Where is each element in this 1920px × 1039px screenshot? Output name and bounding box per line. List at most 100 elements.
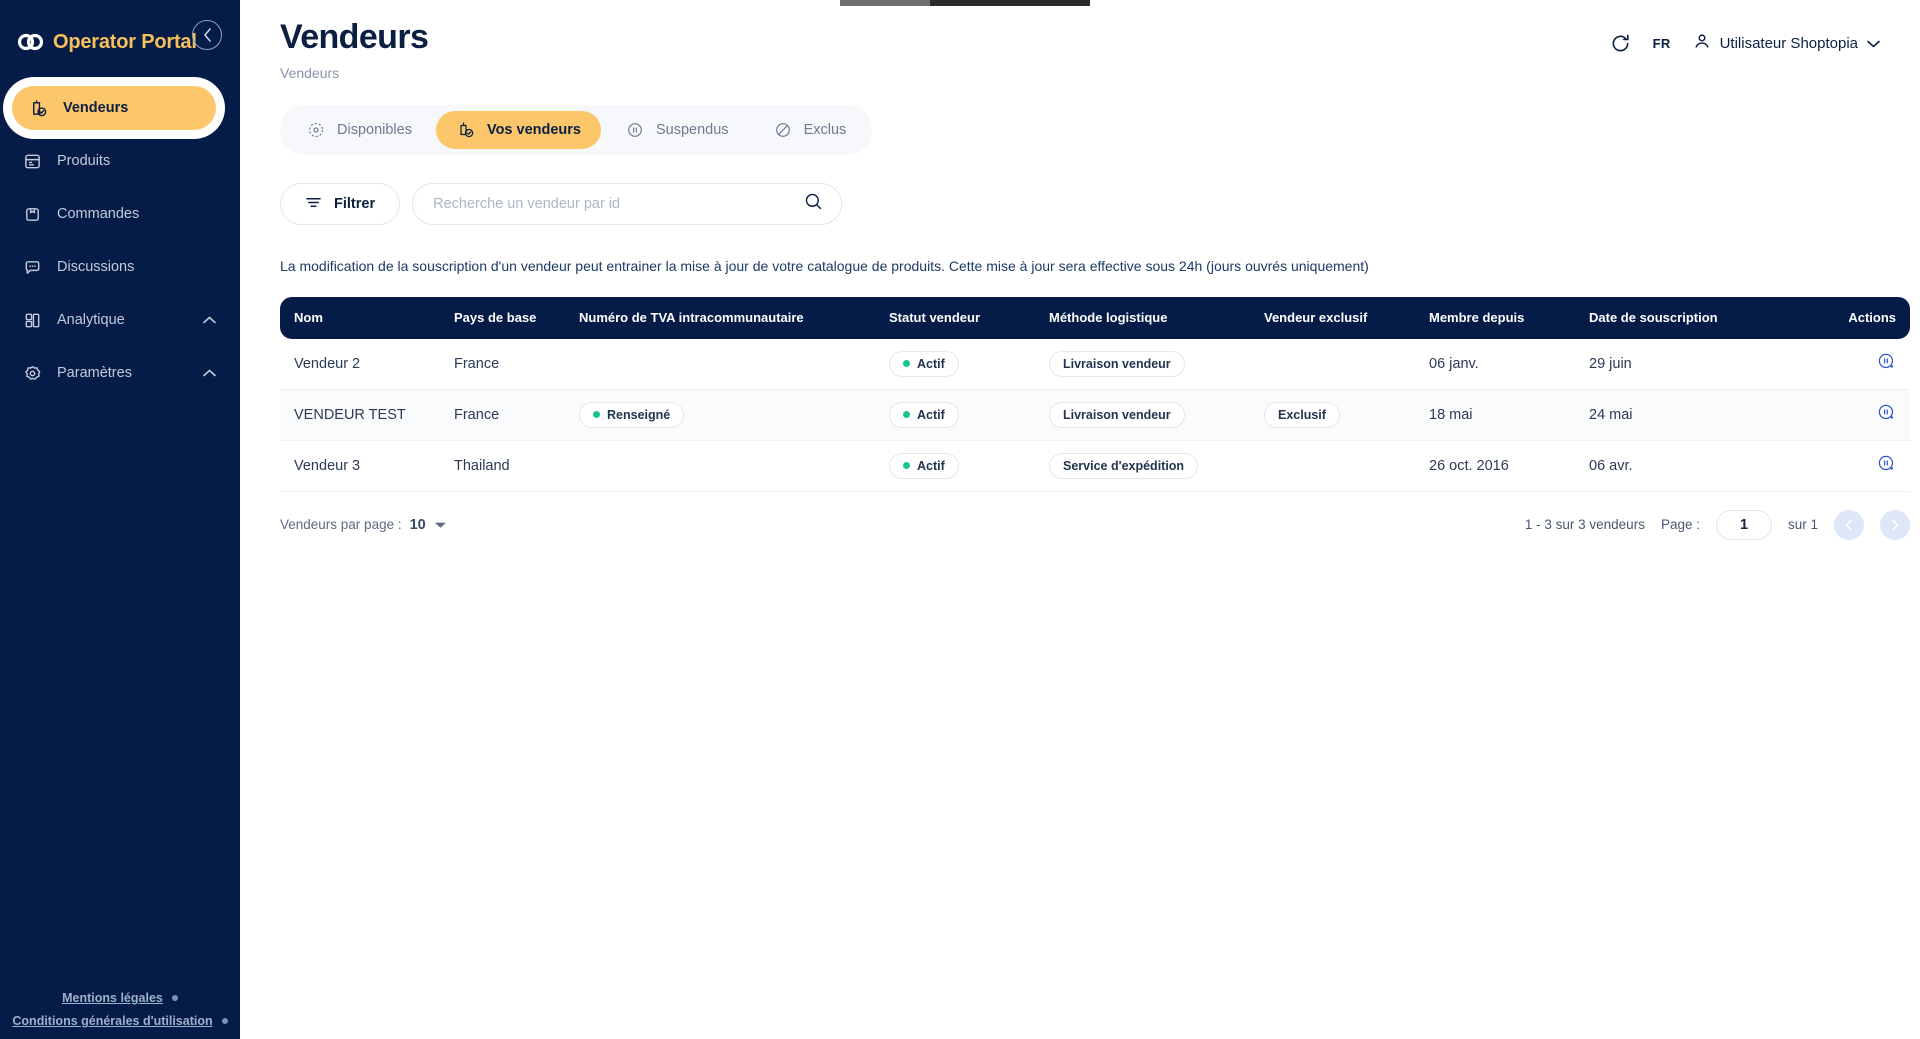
column-header-pays: Pays de base — [454, 310, 537, 326]
tab-label: Exclus — [803, 122, 847, 138]
sidebar-item-label: Paramètres — [57, 365, 132, 381]
filter-button[interactable]: Filtrer — [280, 183, 401, 225]
pagination-page-label: Page : — [1660, 517, 1700, 533]
analytics-icon — [22, 310, 42, 330]
search-icon[interactable] — [804, 192, 823, 216]
column-header-statut: Statut vendeur — [889, 310, 981, 326]
page-header-left: Vendeurs Vendeurs — [280, 18, 429, 81]
table-row[interactable]: Vendeur 3 Thailand Actif Service d'expéd… — [280, 441, 1910, 492]
per-page-value: 10 — [409, 516, 426, 533]
main-content: Vendeurs Vendeurs FR Utilisateur Shoptop… — [240, 0, 1920, 1039]
search-input[interactable] — [413, 184, 842, 224]
sidebar-item-parametres[interactable]: Paramètres — [0, 351, 240, 395]
pagination-prev-button[interactable] — [1834, 509, 1864, 540]
tab-exclus[interactable]: Exclus — [753, 111, 867, 149]
footer-link-row: Conditions générales d'utilisation — [0, 1014, 240, 1028]
pagination-total-pages: sur 1 — [1787, 517, 1818, 533]
pagination-next-button[interactable] — [1880, 509, 1910, 540]
user-icon — [1693, 32, 1711, 55]
search-box — [412, 183, 843, 225]
cell-nom: Vendeur 3 — [294, 457, 361, 474]
tab-disponibles[interactable]: Disponibles — [286, 111, 432, 149]
filter-toolbar: Filtrer — [280, 183, 1880, 225]
sidebar-item-label: Produits — [57, 153, 111, 169]
cell-statut: Actif — [889, 401, 1049, 428]
tab-vos-vendeurs[interactable]: Vos vendeurs — [435, 111, 601, 149]
sidebar-collapse-button[interactable] — [192, 20, 222, 50]
pause-circle-icon[interactable] — [1877, 352, 1896, 371]
sidebar-nav: Vendeurs Produits Commandes Discussions … — [0, 86, 240, 395]
pause-circle-icon[interactable] — [1877, 454, 1896, 473]
cell-souscription: 24 mai — [1589, 406, 1633, 423]
footer-link-mentions-legales[interactable]: Mentions légales — [62, 991, 163, 1005]
chevron-left-icon — [203, 28, 212, 42]
footer-link-conditions-generales[interactable]: Conditions générales d'utilisation — [12, 1014, 212, 1028]
logistics-badge: Livraison vendeur — [1049, 401, 1185, 428]
logistics-badge: Service d'expédition — [1049, 452, 1199, 479]
logistics-badge: Livraison vendeur — [1049, 350, 1185, 377]
status-dot-icon — [903, 360, 910, 368]
cell-nom: VENDEUR TEST — [294, 406, 406, 423]
sidebar-item-analytique[interactable]: Analytique — [0, 298, 240, 342]
sidebar-item-label: Commandes — [57, 206, 140, 222]
column-header-methode: Méthode logistique — [1049, 310, 1168, 326]
sidebar-item-vendeurs[interactable]: Vendeurs — [12, 86, 216, 130]
cell-pays: France — [454, 406, 500, 423]
products-icon — [22, 151, 42, 171]
table-row[interactable]: Vendeur 2 France Actif Livraison vendeur… — [280, 339, 1910, 390]
cell-pays: Thailand — [454, 457, 510, 474]
sidebar-item-label: Analytique — [57, 312, 125, 328]
table-row[interactable]: VENDEUR TEST France Renseigné Actif Livr… — [280, 389, 1910, 441]
sidebar-item-commandes[interactable]: Commandes — [0, 192, 240, 236]
cell-actions — [1814, 454, 1896, 477]
status-dot-icon — [903, 411, 910, 419]
page-number-input[interactable] — [1715, 509, 1772, 540]
compass-icon — [306, 120, 326, 140]
breadcrumb: Vendeurs — [280, 65, 340, 81]
tab-suspendus[interactable]: Suspendus — [605, 111, 749, 149]
pause-circle-icon[interactable] — [1877, 403, 1896, 422]
per-page-selector[interactable]: Vendeurs par page : 10 — [280, 517, 447, 533]
chevron-down-icon — [1867, 35, 1880, 53]
cell-nom: Vendeur 2 — [294, 355, 361, 372]
brand-title: Operator Portal — [53, 30, 197, 53]
tab-label: Disponibles — [337, 122, 412, 138]
page-title: Vendeurs — [280, 18, 429, 56]
tva-badge: Renseigné — [579, 401, 685, 428]
browser-top-sliver — [840, 0, 1090, 6]
status-badge-label: Actif — [917, 407, 945, 422]
refresh-icon[interactable] — [1610, 33, 1631, 54]
footer-bullet-icon — [221, 1018, 228, 1024]
cell-statut: Actif — [889, 452, 1049, 479]
sidebar-footer: Mentions légales Conditions générales d'… — [0, 991, 240, 1039]
exclusive-badge: Exclusif — [1264, 401, 1340, 428]
status-badge-label: Actif — [917, 458, 945, 473]
per-page-label: Vendeurs par page : — [280, 517, 402, 533]
vendor-status-tabs: Disponibles Vos vendeurs Suspendus Exclu… — [280, 105, 873, 155]
tab-label: Suspendus — [656, 122, 729, 138]
cell-membre: 18 mai — [1429, 406, 1473, 423]
cell-pays: France — [454, 355, 500, 372]
filter-icon — [305, 195, 322, 214]
tva-badge-label: Renseigné — [607, 407, 671, 422]
status-dot-icon — [903, 462, 910, 470]
orders-icon — [22, 204, 42, 224]
sidebar-item-label: Discussions — [57, 259, 135, 275]
sidebar-item-label: Vendeurs — [63, 100, 129, 116]
chevron-down-icon — [434, 517, 447, 532]
page-header: Vendeurs Vendeurs FR Utilisateur Shoptop… — [280, 0, 1880, 81]
chevron-up-icon[interactable] — [203, 312, 216, 328]
user-menu[interactable]: Utilisateur Shoptopia — [1693, 32, 1880, 55]
column-header-exclusif: Vendeur exclusif — [1264, 310, 1368, 326]
infinity-logo-icon — [18, 33, 44, 51]
column-header-actions: Actions — [1848, 310, 1896, 326]
sidebar-item-produits[interactable]: Produits — [0, 139, 240, 183]
cell-methode: Livraison vendeur — [1049, 401, 1264, 428]
language-selector[interactable]: FR — [1653, 36, 1671, 51]
column-header-souscription: Date de souscription — [1589, 310, 1718, 326]
vendor-icon — [28, 98, 48, 118]
chevron-up-icon[interactable] — [203, 365, 216, 381]
status-dot-icon — [593, 411, 600, 419]
column-header-membre: Membre depuis — [1429, 310, 1525, 326]
sidebar-item-discussions[interactable]: Discussions — [0, 245, 240, 289]
